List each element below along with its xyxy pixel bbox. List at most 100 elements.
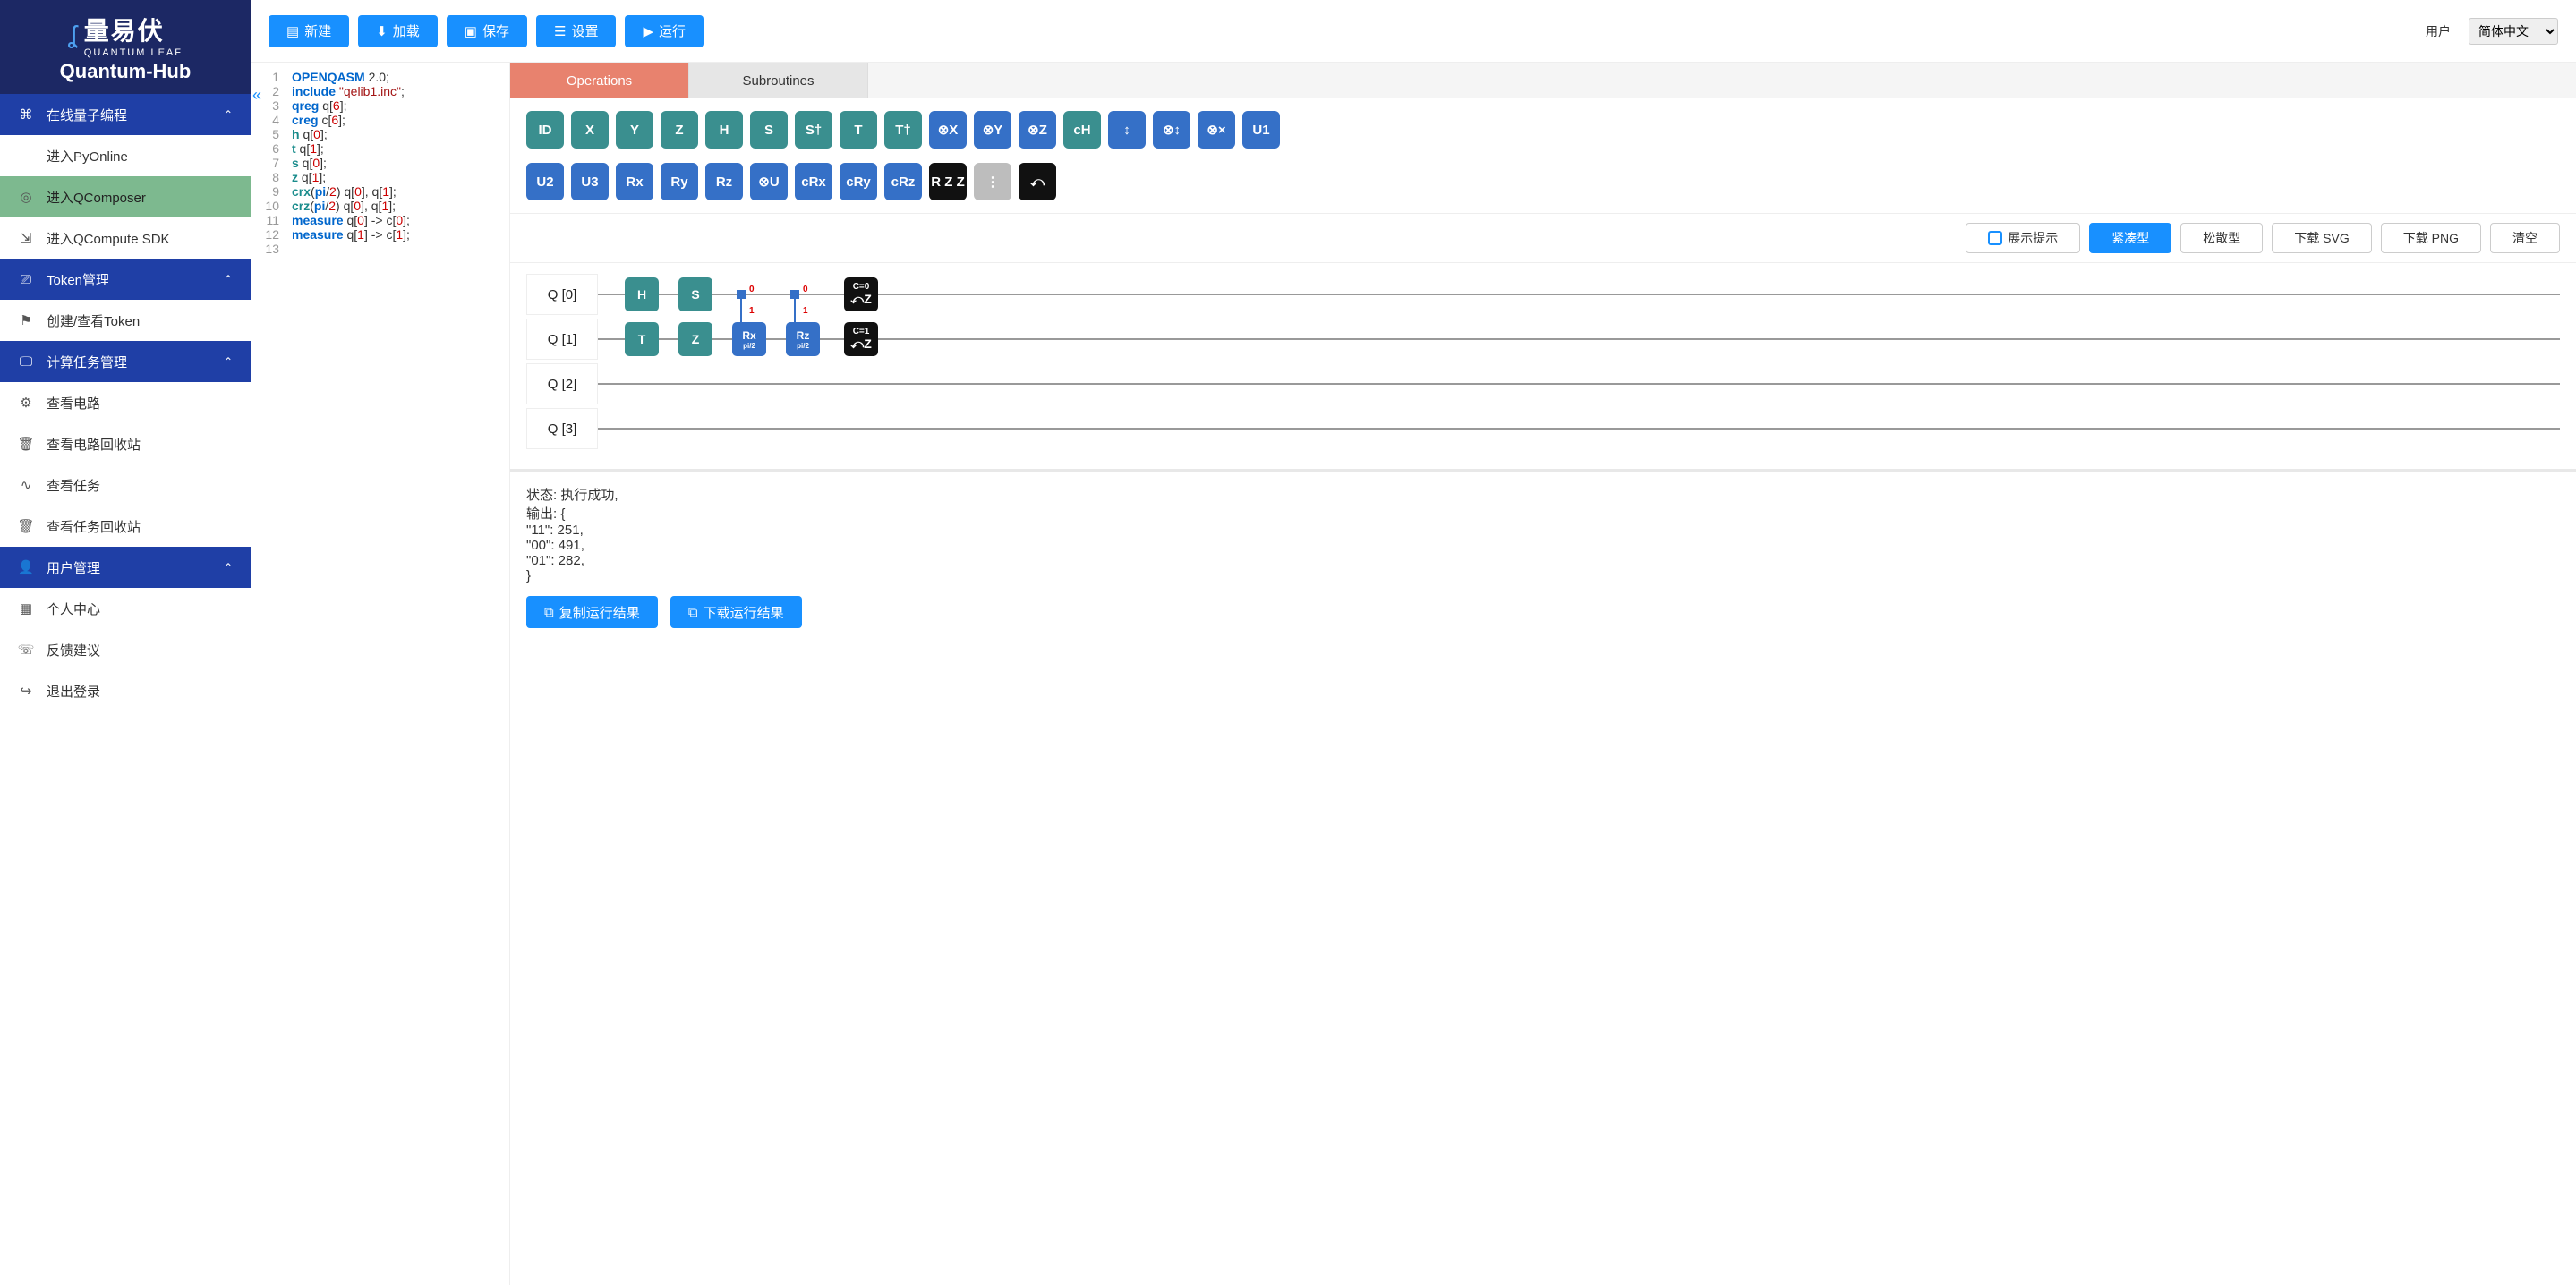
item-label: 创建/查看Token [47, 311, 140, 330]
code-editor[interactable]: 1OPENQASM 2.0;2include "qelib1.inc";3qre… [251, 63, 510, 1285]
circuit-gate[interactable]: Rxpi/2 [732, 322, 766, 356]
gate-[interactable]: ↕ [1108, 111, 1146, 149]
circuit-gate[interactable]: Rzpi/2 [786, 322, 820, 356]
qubit-label: Q [2] [526, 363, 598, 404]
qubit-wire[interactable] [598, 383, 2560, 385]
chevron-up-icon: ⌃ [224, 273, 233, 285]
circuit-canvas[interactable]: Q [0]HS0101C=0⤺ZQ [1]TZRxpi/2Rzpi/2C=1⤺Z… [510, 263, 2576, 469]
hint-toggle[interactable]: 展示提示 [1966, 223, 2080, 253]
item-icon: ⚑ [18, 312, 34, 328]
item-icon: ◎ [18, 189, 34, 205]
run-button[interactable]: ▶运行 [625, 15, 704, 47]
item-label: 进入QCompute SDK [47, 229, 170, 248]
nav-item[interactable]: 进入PyOnline [0, 135, 251, 176]
gate-cRx[interactable]: cRx [795, 163, 832, 200]
language-select[interactable]: 简体中文 [2469, 18, 2558, 45]
item-icon: ☏ [18, 642, 34, 658]
gate-X[interactable]: X [571, 111, 609, 149]
gate-T[interactable]: T [840, 111, 877, 149]
qubit-wire[interactable] [598, 428, 2560, 430]
nav-item[interactable]: ◎进入QComposer [0, 176, 251, 217]
save-button[interactable]: ▣保存 [447, 15, 527, 47]
settings-button[interactable]: ☰设置 [536, 15, 616, 47]
qubit-wire[interactable]: HS0101C=0⤺Z [598, 294, 2560, 295]
item-label: 查看电路回收站 [47, 435, 141, 454]
nav-item[interactable]: ∿查看任务 [0, 464, 251, 506]
nav-item[interactable]: 🗑查看任务回收站 [0, 506, 251, 547]
nav-item[interactable]: ⚑ 创建/查看Token [0, 300, 251, 341]
download-icon: ⬇ [376, 23, 388, 39]
tab-subroutines[interactable]: Subroutines [689, 63, 868, 98]
nav-item[interactable]: ↪退出登录 [0, 670, 251, 711]
qubit-label: Q [0] [526, 274, 598, 315]
gate-Ry[interactable]: Ry [661, 163, 698, 200]
section-label: 用户管理 [47, 558, 100, 577]
nav-section[interactable]: 👤用户管理⌃ [0, 547, 251, 588]
gate-Y[interactable]: Y [616, 111, 653, 149]
gate-Rx[interactable]: Rx [616, 163, 653, 200]
item-label: 个人中心 [47, 600, 100, 618]
gate-U2[interactable]: U2 [526, 163, 564, 200]
circuit-gate[interactable]: T [625, 322, 659, 356]
circuit-gate[interactable]: Z [678, 322, 712, 356]
gate-cH[interactable]: cH [1063, 111, 1101, 149]
gate-[interactable]: ⋮ [974, 163, 1011, 200]
sidebar-collapse[interactable]: « [252, 86, 261, 105]
section-icon: ⌘ [18, 106, 34, 123]
download-results-button[interactable]: ⧉下载运行结果 [670, 596, 802, 628]
loose-button[interactable]: 松散型 [2180, 223, 2263, 253]
load-button[interactable]: ⬇加载 [358, 15, 438, 47]
gate-RZZ[interactable]: R Z Z [929, 163, 967, 200]
chevron-up-icon: ⌃ [224, 108, 233, 121]
circuit-gate[interactable]: H [625, 277, 659, 311]
gate-Y[interactable]: ⊗Y [974, 111, 1011, 149]
gate-X[interactable]: ⊗X [929, 111, 967, 149]
nav-item[interactable]: 🗑查看电路回收站 [0, 423, 251, 464]
nav-section[interactable]: 🖵计算任务管理⌃ [0, 341, 251, 382]
item-icon: ⚙ [18, 395, 34, 411]
compact-button[interactable]: 紧凑型 [2089, 223, 2171, 253]
gate-T[interactable]: T† [884, 111, 922, 149]
gate-Z[interactable]: Z [661, 111, 698, 149]
new-button[interactable]: ▤新建 [269, 15, 349, 47]
section-label: 计算任务管理 [47, 353, 127, 371]
circuit-gate[interactable]: S [678, 277, 712, 311]
nav-item[interactable]: ⇲ 进入QCompute SDK [0, 217, 251, 259]
save-icon: ▣ [465, 23, 477, 39]
download-svg-button[interactable]: 下载 SVG [2272, 223, 2371, 253]
circuit-gate[interactable]: C=1⤺Z [844, 322, 878, 356]
circuit-gate[interactable]: C=0⤺Z [844, 277, 878, 311]
sidebar: ʆ 量易伏 QUANTUM LEAF Quantum-Hub ⌘在线量子编程⌃进… [0, 0, 251, 1285]
gate-cRz[interactable]: cRz [884, 163, 922, 200]
download-png-button[interactable]: 下载 PNG [2381, 223, 2481, 253]
gate-U1[interactable]: U1 [1242, 111, 1280, 149]
user-label: 用户 [2426, 22, 2451, 40]
gate-S[interactable]: S [750, 111, 788, 149]
gate-[interactable]: ⊗↕ [1153, 111, 1190, 149]
nav-section[interactable]: ⌘ 在线量子编程 ⌃ [0, 94, 251, 135]
gate-H[interactable]: H [705, 111, 743, 149]
gate-Z[interactable]: ⊗Z [1019, 111, 1056, 149]
qubit-wire[interactable]: TZRxpi/2Rzpi/2C=1⤺Z [598, 338, 2560, 340]
nav-item[interactable]: ⚙查看电路 [0, 382, 251, 423]
chevron-up-icon: ⌃ [224, 561, 233, 574]
nav-item[interactable]: ▦个人中心 [0, 588, 251, 629]
gate-[interactable]: ⤺ [1019, 163, 1056, 200]
gate-U3[interactable]: U3 [571, 163, 609, 200]
nav-section[interactable]: ⎚Token管理⌃ [0, 259, 251, 300]
nav-item[interactable]: ☏ 反馈建议 [0, 629, 251, 670]
item-label: 查看任务 [47, 476, 100, 495]
item-icon: ⇲ [18, 230, 34, 246]
clear-button[interactable]: 清空 [2490, 223, 2560, 253]
copy-results-button[interactable]: ⧉复制运行结果 [526, 596, 658, 628]
gate-[interactable]: ⊗× [1198, 111, 1235, 149]
right-panel: Operations Subroutines IDXYZHSS†TT†⊗X⊗Y⊗… [510, 63, 2576, 1285]
tab-operations[interactable]: Operations [510, 63, 689, 98]
gate-S[interactable]: S† [795, 111, 832, 149]
gate-cRy[interactable]: cRy [840, 163, 877, 200]
gate-ID[interactable]: ID [526, 111, 564, 149]
item-label: 反馈建议 [47, 641, 100, 660]
section-label: 在线量子编程 [47, 106, 127, 124]
gate-U[interactable]: ⊗U [750, 163, 788, 200]
gate-Rz[interactable]: Rz [705, 163, 743, 200]
